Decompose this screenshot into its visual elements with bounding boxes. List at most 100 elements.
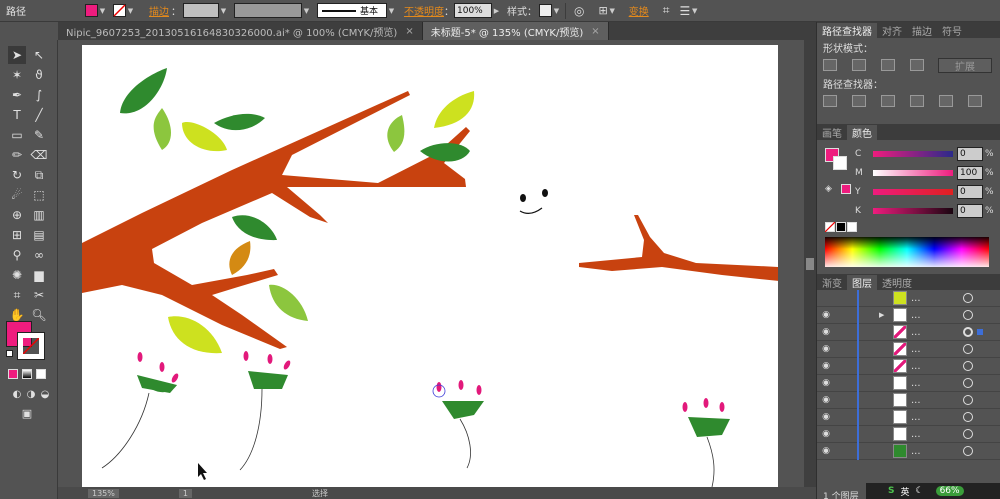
- intersect-icon[interactable]: [881, 59, 895, 71]
- outline-icon[interactable]: [939, 95, 953, 107]
- selection-tool-icon[interactable]: ➤: [8, 46, 26, 64]
- slice-tool-icon[interactable]: ✂: [30, 286, 48, 304]
- stroke-label[interactable]: 描边: [149, 3, 169, 18]
- eye-icon[interactable]: ◉: [817, 327, 835, 337]
- channel-value-field[interactable]: 0: [957, 146, 983, 161]
- mesh-tool-icon[interactable]: ⊞: [8, 226, 26, 244]
- tab-gradient[interactable]: 渐变: [817, 275, 847, 290]
- tab-transparency[interactable]: 透明度: [877, 275, 917, 290]
- leaf[interactable]: [434, 91, 475, 128]
- none-swatch[interactable]: [825, 222, 835, 232]
- eye-icon[interactable]: ◉: [817, 361, 835, 371]
- eyedropper-tool-icon[interactable]: ⚲: [8, 246, 26, 264]
- leaf[interactable]: [269, 284, 308, 321]
- exclude-icon[interactable]: [910, 59, 924, 71]
- white-swatch[interactable]: [847, 222, 857, 232]
- target-icon[interactable]: [963, 395, 973, 405]
- chevron-down-icon[interactable]: ▼: [302, 4, 311, 17]
- leaf[interactable]: [214, 113, 265, 131]
- symbol-sprayer-tool-icon[interactable]: ✺: [8, 266, 26, 284]
- expand-button[interactable]: 扩展: [938, 57, 992, 73]
- flower[interactable]: [432, 380, 484, 469]
- color-mode-icon[interactable]: [8, 369, 18, 379]
- trim-icon[interactable]: [852, 95, 866, 107]
- target-icon[interactable]: [963, 361, 973, 371]
- tab-color[interactable]: 颜色: [847, 125, 877, 140]
- selected-art-indicator[interactable]: [977, 329, 983, 335]
- leaf[interactable]: [387, 115, 405, 152]
- channel-value-field[interactable]: 0: [957, 203, 983, 218]
- flower[interactable]: [682, 398, 731, 488]
- tab-symbols[interactable]: 符号: [937, 23, 967, 38]
- line-segment-tool-icon[interactable]: ╱: [30, 106, 48, 124]
- minus-back-icon[interactable]: [968, 95, 982, 107]
- target-icon[interactable]: [963, 429, 973, 439]
- rotate-tool-icon[interactable]: ↻: [8, 166, 26, 184]
- close-icon[interactable]: ×: [591, 26, 599, 37]
- layer-row[interactable]: ◉ ▶...: [817, 307, 1000, 324]
- stroke-swatch[interactable]: [113, 4, 126, 17]
- color-spectrum[interactable]: [825, 237, 989, 267]
- lasso-tool-icon[interactable]: ϑ: [30, 66, 48, 84]
- tree-branch-left[interactable]: [82, 91, 470, 349]
- layer-row[interactable]: ◉...: [817, 375, 1000, 392]
- layer-row[interactable]: ◉...: [817, 341, 1000, 358]
- direct-selection-tool-icon[interactable]: ↖: [30, 46, 48, 64]
- magic-wand-tool-icon[interactable]: ✶: [8, 66, 26, 84]
- leaf[interactable]: [120, 68, 167, 114]
- close-icon[interactable]: ×: [405, 26, 413, 37]
- target-icon[interactable]: [963, 293, 973, 303]
- layer-row[interactable]: ...: [817, 290, 1000, 307]
- ime-mode[interactable]: 英: [900, 485, 909, 498]
- perspective-grid-tool-icon[interactable]: ▥: [30, 206, 48, 224]
- brush-profile[interactable]: 基本: [317, 3, 387, 18]
- warp-tool-icon[interactable]: ☄: [8, 186, 26, 204]
- divide-icon[interactable]: [823, 95, 837, 107]
- ime-logo-icon[interactable]: S: [888, 486, 894, 496]
- type-tool-icon[interactable]: T: [8, 106, 26, 124]
- moon-icon[interactable]: ☾: [916, 486, 924, 496]
- graphic-style-swatch[interactable]: [539, 4, 552, 17]
- fill-swatch[interactable]: [85, 4, 98, 17]
- leaf[interactable]: [153, 108, 171, 150]
- illustration[interactable]: [82, 45, 779, 488]
- slider-track[interactable]: [873, 169, 953, 176]
- options-icon[interactable]: ☰: [679, 4, 690, 18]
- align-icon[interactable]: ⊞: [598, 4, 607, 17]
- shape-builder-tool-icon[interactable]: ⊕: [8, 206, 26, 224]
- document-tab-nipic[interactable]: Nipic_9607253_20130516164830326000.ai* @…: [58, 22, 423, 40]
- unite-icon[interactable]: [823, 59, 837, 71]
- layer-row[interactable]: ◉...: [817, 358, 1000, 375]
- chevron-down-icon[interactable]: ▼: [219, 4, 228, 17]
- leaf[interactable]: [168, 316, 222, 354]
- merge-icon[interactable]: [881, 95, 895, 107]
- flower[interactable]: [239, 351, 292, 471]
- artboard[interactable]: [82, 45, 779, 488]
- minus-front-icon[interactable]: [852, 59, 866, 71]
- tab-layers[interactable]: 图层: [847, 275, 877, 290]
- artboard-number-field[interactable]: 1: [178, 488, 192, 498]
- target-icon[interactable]: [963, 412, 973, 422]
- default-colors-icon[interactable]: [6, 350, 13, 357]
- tab-stroke[interactable]: 描边: [907, 23, 937, 38]
- recolor-icon[interactable]: ◎: [574, 4, 584, 18]
- leaf[interactable]: [229, 241, 251, 275]
- chevron-down-icon[interactable]: ▼: [690, 4, 699, 17]
- none-mode-icon[interactable]: [36, 369, 46, 379]
- scale-tool-icon[interactable]: ⧉: [30, 166, 48, 184]
- stroke-weight-field[interactable]: [183, 3, 219, 18]
- slider-track[interactable]: [873, 188, 953, 195]
- zoom-field[interactable]: 135%: [88, 488, 119, 498]
- vertical-scrollbar[interactable]: [804, 40, 816, 487]
- layer-row[interactable]: ◉...: [817, 324, 1000, 341]
- blend-tool-icon[interactable]: ∞: [30, 246, 48, 264]
- stroke-color-box[interactable]: [17, 332, 45, 360]
- eye-icon[interactable]: ◉: [817, 310, 835, 320]
- pencil-tool-icon[interactable]: ✏: [8, 146, 26, 164]
- eye-icon[interactable]: ◉: [817, 378, 835, 388]
- layer-row[interactable]: ◉...: [817, 409, 1000, 426]
- artboard-tool-icon[interactable]: ⌗: [8, 286, 26, 304]
- crop-icon[interactable]: [910, 95, 924, 107]
- scrollbar-thumb[interactable]: [806, 258, 814, 270]
- layer-row[interactable]: ◉...: [817, 426, 1000, 443]
